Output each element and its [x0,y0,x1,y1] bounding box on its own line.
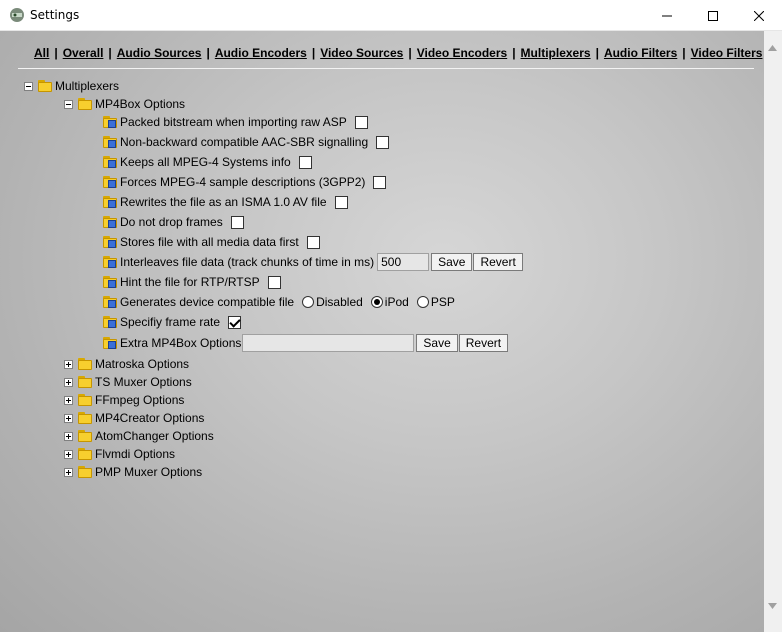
expand-toggle-icon[interactable] [64,449,73,459]
nav-multiplexers[interactable]: Multiplexers [521,46,591,60]
expand-toggle-icon[interactable] [64,431,73,441]
scroll-up-icon[interactable] [768,45,777,51]
expand-toggle-icon[interactable] [64,413,73,423]
app-icon [10,8,24,22]
vertical-scrollbar[interactable] [764,31,782,632]
nav-divider [18,68,754,69]
maximize-icon [708,10,718,21]
nav-audio-filters[interactable]: Audio Filters [604,46,677,60]
folder-icon [77,393,93,407]
category-nav: All | Overall | Audio Sources | Audio Encoders… [34,46,763,60]
tree-group-mp4creator: MP4Creator Options [64,409,204,427]
folder-document-icon [102,195,118,209]
nav-video-encoders[interactable]: Video Encoders [417,46,507,60]
folder-document-icon [102,336,118,350]
option-rewrites: Rewrites the file as an ISMA 1.0 AV file [102,193,348,211]
nav-audio-encoders[interactable]: Audio Encoders [215,46,307,60]
folder-icon [77,375,93,389]
close-button[interactable] [736,0,782,31]
folder-document-icon [102,295,118,309]
folder-document-icon [102,255,118,269]
folder-icon [77,429,93,443]
folder-document-icon [102,175,118,189]
option-device: Generates device compatible file Disable… [102,293,455,311]
tree-group-matroska: Matroska Options [64,355,189,373]
tree-group-flvmdi: Flvmdi Options [64,445,175,463]
window-title: Settings [30,8,80,22]
scroll-down-icon[interactable] [768,603,777,609]
stores-checkbox[interactable] [306,235,320,249]
nav-video-filters[interactable]: Video Filters [691,46,763,60]
folder-icon [77,447,93,461]
expand-toggle-icon[interactable] [64,377,73,387]
option-framerate: Specifiy frame rate [102,313,242,331]
folder-document-icon [102,275,118,289]
tree-root: Multiplexers [24,77,119,95]
close-icon [754,10,764,21]
collapse-toggle-icon[interactable] [24,81,33,91]
expand-toggle-icon[interactable] [64,359,73,369]
option-interleave: Interleaves file data (track chunks of t… [102,253,523,271]
nav-audio-sources[interactable]: Audio Sources [117,46,202,60]
option-nodrop: Do not drop frames [102,213,244,231]
nodrop-checkbox[interactable] [230,215,244,229]
folder-document-icon [102,115,118,129]
keepall-checkbox[interactable] [298,155,312,169]
tree-root-label: Multiplexers [55,79,120,93]
folder-open-icon [77,97,93,111]
option-extra: Extra MP4Box Options Save Revert [102,334,509,352]
folder-icon [77,465,93,479]
folder-document-icon [102,135,118,149]
hint-checkbox[interactable] [267,275,281,289]
option-hint: Hint the file for RTP/RTSP [102,273,281,291]
extra-save-button[interactable]: Save [416,334,458,352]
packed-checkbox[interactable] [354,115,368,129]
folder-document-icon [102,315,118,329]
collapse-toggle-icon[interactable] [64,99,73,109]
folder-document-icon [102,155,118,169]
extra-revert-button[interactable]: Revert [458,334,509,352]
nav-video-sources[interactable]: Video Sources [320,46,403,60]
device-psp-radio[interactable] [416,296,429,308]
title-bar: Settings [0,0,782,31]
minimize-icon [662,15,672,16]
extra-options-input[interactable] [242,334,415,352]
maximize-button[interactable] [690,0,736,31]
nav-all[interactable]: All [34,46,49,60]
tree-group-ts-muxer: TS Muxer Options [64,373,192,391]
forces-checkbox[interactable] [373,175,387,189]
expand-toggle-icon[interactable] [64,395,73,405]
tree-group-ffmpeg: FFmpeg Options [64,391,184,409]
rewrites-checkbox[interactable] [334,195,348,209]
folder-document-icon [102,235,118,249]
option-nonbackward: Non-backward compatible AAC-SBR signalli… [102,133,390,151]
tree-group-label: MP4Box Options [95,97,186,111]
settings-content: All | Overall | Audio Sources | Audio Encoders… [0,31,764,632]
folder-icon [77,357,93,371]
device-disabled-radio[interactable] [302,296,315,308]
option-stores: Stores file with all media data first [102,233,320,251]
option-packed: Packed bitstream when importing raw ASP [102,113,368,131]
interleave-input[interactable] [377,253,430,271]
nonbackward-checkbox[interactable] [376,135,390,149]
folder-open-icon [37,79,53,93]
option-forces: Forces MPEG-4 sample descriptions (3GPP2… [102,173,387,191]
folder-icon [77,411,93,425]
tree-group-atomchanger: AtomChanger Options [64,427,214,445]
device-ipod-radio[interactable] [370,296,383,308]
folder-document-icon [102,215,118,229]
framerate-checkbox[interactable] [228,315,242,329]
nav-overall[interactable]: Overall [63,46,104,60]
tree-group-pmp-muxer: PMP Muxer Options [64,463,202,481]
interleave-save-button[interactable]: Save [431,253,473,271]
interleave-revert-button[interactable]: Revert [473,253,523,271]
minimize-button[interactable] [644,0,690,31]
expand-toggle-icon[interactable] [64,467,73,477]
tree-group-mp4box: MP4Box Options [64,95,185,113]
option-keepall: Keeps all MPEG-4 Systems info [102,153,312,171]
